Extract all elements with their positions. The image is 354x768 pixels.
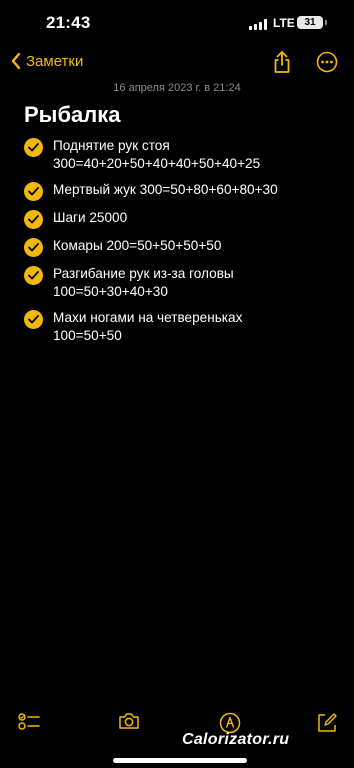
back-label: Заметки: [26, 52, 84, 70]
checklist-item-text[interactable]: Поднятие рук стоя 300=40+20+50+40+40+50+…: [53, 137, 260, 173]
checkbox-checked-icon[interactable]: [24, 310, 43, 329]
checklist-item[interactable]: Комары 200=50+50+50+50: [24, 237, 334, 257]
checklist-item[interactable]: Шаги 25000: [24, 209, 334, 229]
home-indicator: [113, 758, 247, 763]
checklist-icon[interactable]: [18, 712, 40, 732]
checklist-item-text[interactable]: Разгибание рук из-за головы 100=50+30+40…: [53, 265, 234, 301]
checkbox-checked-icon[interactable]: [24, 266, 43, 285]
compose-icon[interactable]: [316, 712, 338, 734]
checklist-item-text[interactable]: Мертвый жук 300=50+80+60+80+30: [53, 181, 278, 199]
checklist-item[interactable]: Мертвый жук 300=50+80+60+80+30: [24, 181, 334, 201]
battery-icon: 31: [297, 16, 323, 29]
battery-tip: [325, 20, 327, 25]
chevron-left-icon: [11, 52, 21, 70]
checkbox-checked-icon[interactable]: [24, 138, 43, 157]
checkbox-checked-icon[interactable]: [24, 182, 43, 201]
network-type: LTE: [273, 16, 295, 30]
back-button[interactable]: Заметки: [10, 52, 83, 70]
checklist-item[interactable]: Махи ногами на четвереньках 100=50+50: [24, 309, 334, 345]
camera-icon[interactable]: [118, 712, 140, 730]
share-icon[interactable]: [272, 50, 292, 74]
checkbox-checked-icon[interactable]: [24, 210, 43, 229]
status-bar: 21:43 LTE 31: [0, 0, 354, 48]
note-date: 16 апреля 2023 г. в 21:24: [113, 82, 241, 94]
checklist-item-text[interactable]: Шаги 25000: [53, 209, 127, 227]
checklist-item-text[interactable]: Комары 200=50+50+50+50: [53, 237, 221, 255]
signal-icon: [249, 19, 267, 30]
checklist-item[interactable]: Разгибание рук из-за головы 100=50+30+40…: [24, 265, 334, 301]
checklist: Поднятие рук стоя 300=40+20+50+40+40+50+…: [24, 137, 334, 353]
checklist-item-text[interactable]: Махи ногами на четвереньках 100=50+50: [53, 309, 242, 345]
checkbox-checked-icon[interactable]: [24, 238, 43, 257]
navigation-bar: Заметки: [0, 48, 354, 78]
checklist-item[interactable]: Поднятие рук стоя 300=40+20+50+40+40+50+…: [24, 137, 334, 173]
more-options-icon[interactable]: [316, 51, 338, 73]
watermark-text: Calorizator.ru: [182, 731, 290, 748]
bottom-toolbar: [0, 708, 354, 738]
note-title[interactable]: Рыбалка: [24, 102, 121, 128]
status-time: 21:43: [46, 13, 91, 32]
